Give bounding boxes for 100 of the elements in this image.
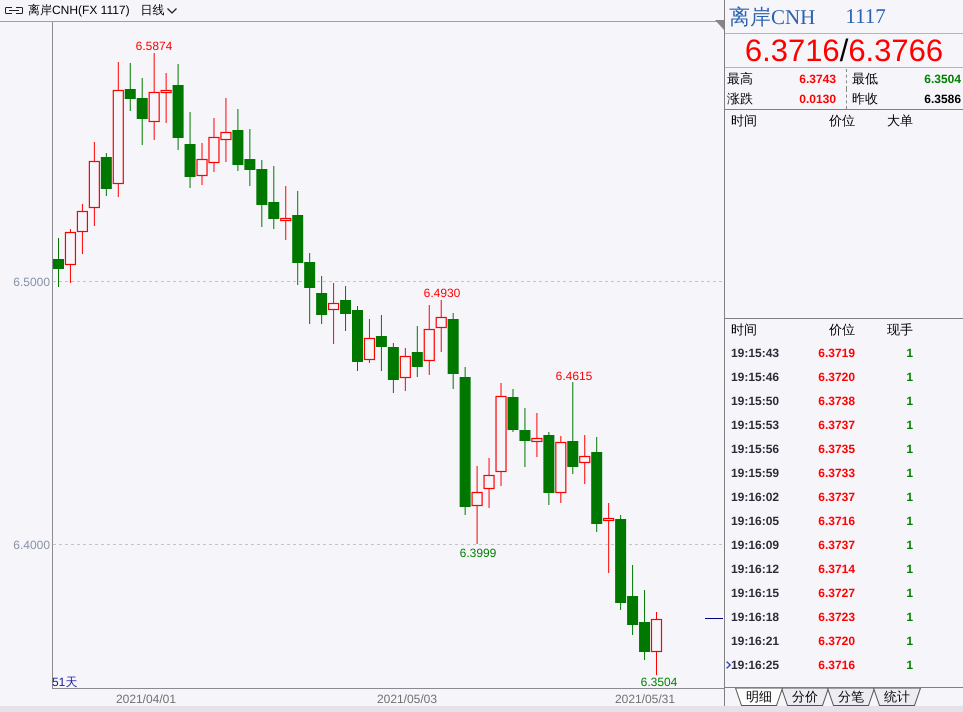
column-header: 时间 bbox=[731, 321, 758, 339]
instrument-title: 离岸CNH(FX 1117) bbox=[28, 2, 130, 19]
trade-price: 6.3737 bbox=[817, 538, 855, 552]
trade-price: 6.3737 bbox=[817, 490, 855, 504]
candle bbox=[627, 564, 638, 636]
trade-time: 19:16:18 bbox=[731, 610, 780, 624]
candle bbox=[400, 348, 411, 392]
trade-time: 19:15:43 bbox=[731, 346, 780, 360]
trade-time: 19:16:12 bbox=[731, 562, 780, 576]
candle bbox=[412, 326, 423, 378]
candle bbox=[650, 612, 662, 676]
trade-price: 6.3720 bbox=[817, 370, 855, 384]
stat-label: 最高 bbox=[727, 70, 753, 88]
candle bbox=[328, 282, 340, 344]
price-tick-label: 6.4000 bbox=[13, 538, 50, 552]
trade-volume: 1 bbox=[905, 514, 913, 528]
trade-price: 6.3735 bbox=[817, 442, 855, 456]
trade-price: 6.3716 bbox=[817, 514, 855, 528]
instrument-name: 离岸CNH bbox=[729, 4, 816, 30]
trade-time: 19:16:09 bbox=[731, 538, 780, 552]
column-header: 价位 bbox=[828, 321, 855, 339]
trade-price: 6.3720 bbox=[817, 634, 855, 648]
trade-price: 6.3727 bbox=[817, 586, 855, 600]
candle bbox=[268, 166, 280, 230]
stat-value: 6.3504 bbox=[924, 72, 961, 86]
period-dropdown[interactable]: 日线 bbox=[134, 2, 177, 19]
column-header: 大单 bbox=[886, 112, 913, 130]
price-tick-label: 6.5000 bbox=[13, 275, 50, 289]
candle bbox=[424, 304, 435, 376]
column-header: 时间 bbox=[731, 112, 758, 130]
trade-price: 6.3723 bbox=[817, 610, 855, 624]
trade-time: 19:15:59 bbox=[731, 466, 780, 480]
link-icon[interactable] bbox=[5, 7, 23, 14]
trade-volume: 1 bbox=[905, 658, 913, 672]
candle bbox=[64, 228, 76, 284]
candle bbox=[256, 160, 268, 228]
chevron-down-icon bbox=[166, 8, 177, 14]
trade-time: 19:15:46 bbox=[731, 370, 780, 384]
candle bbox=[220, 98, 232, 162]
candle bbox=[53, 238, 64, 288]
candle bbox=[376, 314, 387, 372]
stat-label: 最低 bbox=[852, 70, 878, 88]
date-label: 2021/04/01 bbox=[116, 692, 176, 706]
stat-label: 昨收 bbox=[852, 90, 878, 108]
trade-time: 19:16:21 bbox=[731, 634, 780, 648]
candle bbox=[208, 118, 220, 172]
candle bbox=[555, 436, 566, 504]
high-price-label: 6.5874 bbox=[136, 39, 172, 53]
high-price-label: 6.4615 bbox=[556, 369, 592, 383]
trade-time: 19:15:53 bbox=[731, 418, 780, 432]
stat-value: 6.3586 bbox=[924, 92, 961, 106]
price-separator: / bbox=[840, 32, 848, 68]
trade-volume: 1 bbox=[905, 370, 913, 384]
trade-volume: 1 bbox=[905, 610, 913, 624]
bid-price: 6.3716 bbox=[744, 32, 840, 68]
ask-price: 6.3766 bbox=[848, 32, 944, 68]
trade-time: 19:16:15 bbox=[731, 586, 780, 600]
candle bbox=[244, 128, 256, 186]
trade-price: 6.3737 bbox=[817, 418, 855, 432]
tab[interactable]: 分价 bbox=[781, 688, 829, 706]
trade-price: 6.3738 bbox=[817, 394, 855, 408]
candle bbox=[603, 502, 614, 574]
triangle-icon[interactable] bbox=[715, 20, 724, 30]
trade-volume: 1 bbox=[905, 466, 913, 480]
trade-volume: 1 bbox=[905, 346, 913, 360]
low-price-label: 6.3999 bbox=[460, 546, 496, 560]
trade-volume: 1 bbox=[905, 562, 913, 576]
candle bbox=[136, 78, 148, 146]
current-price-marker bbox=[704, 618, 724, 619]
trade-price: 6.3716 bbox=[817, 658, 855, 672]
candle bbox=[519, 408, 530, 468]
trade-volume: 1 bbox=[905, 418, 913, 432]
trade-volume: 1 bbox=[905, 538, 913, 552]
trade-time: 19:15:50 bbox=[731, 394, 780, 408]
tab[interactable]: 分笔 bbox=[827, 688, 875, 706]
date-label: 2021/05/03 bbox=[376, 692, 438, 706]
trade-volume: 1 bbox=[905, 394, 913, 408]
trade-volume: 1 bbox=[905, 442, 913, 456]
trade-volume: 1 bbox=[905, 490, 913, 504]
trade-time: 19:15:56 bbox=[731, 442, 780, 456]
trade-price: 6.3714 bbox=[817, 562, 855, 576]
trade-price: 6.3719 bbox=[817, 346, 855, 360]
candle bbox=[639, 590, 650, 660]
trade-time: 19:16:02 bbox=[731, 490, 780, 504]
tab[interactable]: 明细 bbox=[735, 688, 783, 706]
date-label: 2021/05/31 bbox=[614, 692, 676, 706]
tab[interactable]: 统计 bbox=[873, 688, 921, 706]
column-header: 价位 bbox=[828, 112, 855, 130]
trade-volume: 1 bbox=[905, 586, 913, 600]
bar-count-label: 51天 bbox=[52, 675, 78, 689]
column-header: 现手 bbox=[886, 321, 913, 339]
trade-time: 19:16:05 bbox=[731, 514, 780, 528]
candle bbox=[388, 342, 399, 394]
high-price-label: 6.4930 bbox=[424, 286, 460, 300]
trade-volume: 1 bbox=[905, 634, 913, 648]
candle bbox=[232, 108, 244, 172]
stat-value: 6.3743 bbox=[799, 72, 836, 86]
trade-price: 6.3733 bbox=[817, 466, 855, 480]
instrument-code: 1117 bbox=[845, 4, 886, 29]
low-price-label: 6.3504 bbox=[640, 675, 678, 689]
